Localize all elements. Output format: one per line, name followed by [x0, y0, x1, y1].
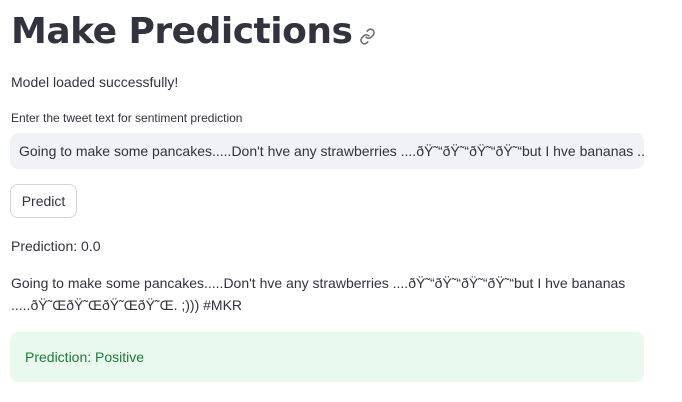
app-main: Make Predictions Model loaded successful…: [0, 0, 682, 402]
link-icon[interactable]: [359, 27, 376, 45]
tweet-echo-text: Going to make some pancakes.....Don't hv…: [11, 275, 626, 313]
success-alert: Prediction: Positive: [10, 332, 644, 382]
title-row: Make Predictions: [11, 6, 376, 58]
tweet-input-label: Enter the tweet text for sentiment predi…: [11, 111, 243, 125]
page-title: Make Predictions: [11, 11, 353, 52]
model-status-text: Model loaded successfully!: [11, 74, 179, 90]
sentiment-result-text: Prediction: Positive: [25, 349, 145, 365]
tweet-input[interactable]: Going to make some pancakes.....Don't hv…: [10, 133, 644, 169]
predict-button[interactable]: Predict: [10, 184, 77, 218]
prediction-value: Prediction: 0.0: [11, 238, 101, 254]
